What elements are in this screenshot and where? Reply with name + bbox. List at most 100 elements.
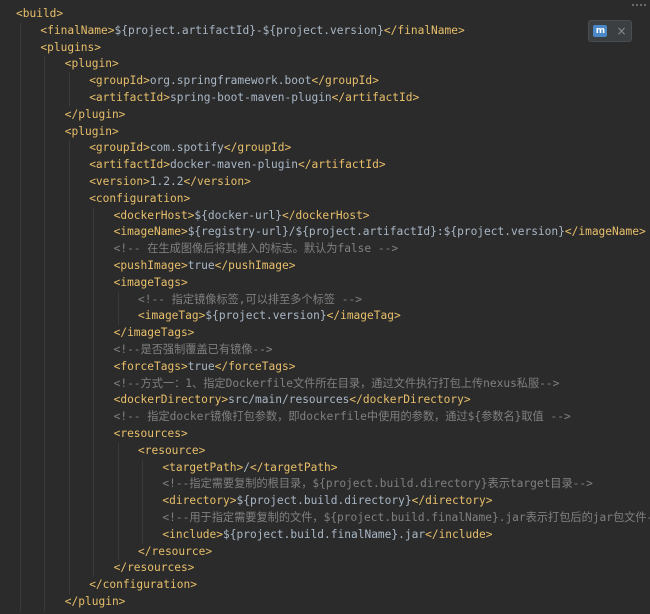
- xml-tag: </dockerHost>: [281, 208, 370, 222]
- xml-text: ${project.version}: [205, 309, 327, 323]
- xml-comment: <!-- 在生成图像后将其推入的标志。默认为false -->: [113, 242, 399, 256]
- code-line[interactable]: <dockerDirectory>src/main/resources</doc…: [114, 392, 471, 409]
- code-line[interactable]: <imageTags>: [114, 275, 188, 292]
- code-line[interactable]: <!-- 指定镜像标签,可以排至多个标签 -->: [138, 292, 362, 309]
- maven-reload-icon[interactable]: m: [593, 25, 608, 37]
- xml-tag: </imageTag>: [326, 309, 401, 323]
- code-line[interactable]: </resources>: [114, 560, 195, 577]
- xml-comment: <!-- 指定镜像标签,可以排至多个标签 -->: [138, 292, 362, 306]
- close-icon[interactable]: ×: [616, 25, 626, 37]
- code-line[interactable]: <groupId>com.spotify</groupId>: [89, 140, 291, 157]
- xml-tag: <artifactId>: [89, 91, 171, 104]
- code-line[interactable]: <targetPath>/</targetPath>: [162, 460, 337, 477]
- code-line[interactable]: <artifactId>spring-boot-maven-plugin</ar…: [89, 90, 419, 107]
- xml-text: spring-boot-maven-plugin: [170, 91, 332, 104]
- indent-guide: [20, 22, 21, 611]
- indent-guide: [117, 442, 119, 561]
- xml-tag: </resource>: [138, 544, 213, 558]
- code-line[interactable]: <!--用于指定需要复制的文件，${project.build.finalNam…: [162, 510, 650, 527]
- xml-tag: <directory>: [162, 494, 237, 508]
- code-editor[interactable]: <build> <finalName>${project.artifactId}-…: [0, 0, 650, 614]
- xml-tag: </groupId>: [223, 141, 292, 155]
- code-line[interactable]: <!--是否强制覆盖已有镜像-->: [114, 342, 273, 359]
- xml-tag: </directory>: [411, 494, 493, 508]
- code-line[interactable]: <imageName>${registry-url}/${project.art…: [114, 224, 646, 241]
- code-line[interactable]: <configuration>: [89, 191, 190, 208]
- xml-comment: <!--方式一：1、指定Dockerfile文件所在目录，通过文件执行打包上传n…: [113, 376, 560, 390]
- code-line[interactable]: <resources>: [114, 426, 188, 443]
- xml-text: /: [243, 460, 250, 474]
- xml-comment: <!-- 指定docker镜像打包参数，即dockerfile中使用的参数，通过…: [113, 410, 571, 424]
- code-line[interactable]: <directory>${project.build.directory}</d…: [162, 493, 492, 510]
- xml-tag: </plugin>: [64, 595, 126, 608]
- xml-text: ${project.build.directory}: [236, 494, 412, 508]
- xml-tag: </plugin>: [64, 107, 126, 121]
- code-line[interactable]: </plugin>: [65, 594, 126, 611]
- xml-tag: <resources>: [113, 427, 188, 440]
- xml-comment: <!--是否强制覆盖已有镜像-->: [113, 343, 273, 356]
- indent-guide: [93, 207, 95, 578]
- editor-scroll-marker: [632, 0, 646, 6]
- xml-tag: </include>: [425, 527, 493, 541]
- xml-tag: <groupId>: [89, 141, 150, 155]
- indent-guide: [68, 140, 70, 594]
- xml-tag: <include>: [162, 527, 224, 541]
- xml-text: src/main/resources: [228, 393, 350, 407]
- xml-tag: </artifactId>: [331, 91, 420, 104]
- code-line[interactable]: </plugin>: [65, 107, 126, 124]
- xml-tag: <groupId>: [89, 74, 150, 88]
- xml-tag: </targetPath>: [249, 460, 338, 474]
- code-line[interactable]: <!-- 在生成图像后将其推入的标志。默认为false -->: [114, 241, 399, 258]
- code-line[interactable]: <artifactId>docker-maven-plugin</artifac…: [89, 157, 385, 174]
- xml-text: true: [187, 359, 215, 373]
- xml-tag: <resource>: [138, 443, 206, 457]
- xml-tag: <plugin>: [64, 124, 119, 138]
- xml-tag: </pushImage>: [214, 259, 296, 272]
- xml-tag: </dockerDirectory>: [349, 393, 471, 407]
- code-line[interactable]: <finalName>${project.artifactId}-${proje…: [40, 23, 464, 40]
- code-line[interactable]: <pushImage>true</pushImage>: [114, 258, 296, 275]
- xml-text: org.springframework.boot: [149, 74, 312, 88]
- xml-text: true: [187, 259, 215, 272]
- code-line[interactable]: <plugin>: [65, 56, 119, 73]
- xml-text: com.spotify: [149, 141, 224, 155]
- code-line[interactable]: </configuration>: [89, 577, 197, 594]
- code-line[interactable]: <!-- 指定docker镜像打包参数，即dockerfile中使用的参数，通过…: [114, 409, 571, 426]
- xml-text: docker-maven-plugin: [170, 158, 298, 172]
- xml-tag: <imageTag>: [138, 309, 206, 323]
- code-line[interactable]: <!--方式一：1、指定Dockerfile文件所在目录，通过文件执行打包上传n…: [114, 376, 560, 393]
- xml-tag: <forceTags>: [113, 359, 188, 373]
- xml-text: ${project.build.finalName}.jar: [223, 527, 426, 541]
- code-line[interactable]: <version>1.2.2</version>: [89, 174, 251, 191]
- code-line[interactable]: <forceTags>true</forceTags>: [114, 359, 296, 376]
- xml-tag: </artifactId>: [298, 158, 386, 172]
- code-line[interactable]: </resource>: [138, 544, 212, 561]
- code-line[interactable]: <groupId>org.springframework.boot</group…: [89, 73, 379, 90]
- code-line[interactable]: <build>: [16, 6, 63, 23]
- indent-guide: [142, 459, 143, 544]
- code-line[interactable]: </imageTags>: [114, 325, 195, 342]
- xml-tag: </resources>: [113, 561, 195, 575]
- xml-tag: <artifactId>: [89, 158, 171, 172]
- code-line[interactable]: <dockerHost>${docker-url}</dockerHost>: [114, 208, 370, 225]
- xml-tag: <finalName>: [40, 23, 115, 37]
- xml-comment: <!--指定需要复制的根目录，${project.build.directory…: [162, 477, 593, 491]
- xml-tag: </groupId>: [311, 74, 379, 88]
- code-line[interactable]: <include>${project.build.finalName}.jar<…: [162, 527, 492, 544]
- xml-text: ${registry-url}/${project.artifactId}:${…: [187, 225, 565, 239]
- code-line[interactable]: <plugins>: [40, 40, 101, 57]
- code-line[interactable]: <resource>: [138, 443, 205, 460]
- xml-tag: </imageName>: [564, 225, 646, 239]
- code-line[interactable]: <!--指定需要复制的根目录，${project.build.directory…: [162, 476, 593, 493]
- xml-tag: <imageTags>: [113, 275, 188, 289]
- xml-text: ${docker-url}: [194, 208, 282, 222]
- xml-tag: <version>: [89, 175, 150, 188]
- xml-tag: <pushImage>: [113, 259, 188, 272]
- code-line[interactable]: <imageTag>${project.version}</imageTag>: [138, 308, 401, 325]
- xml-tag: </finalName>: [383, 23, 465, 37]
- code-line[interactable]: <plugin>: [65, 124, 119, 141]
- xml-tag: <configuration>: [89, 191, 191, 205]
- xml-tag: </configuration>: [89, 578, 197, 592]
- xml-tag: <build>: [16, 7, 64, 20]
- indent-guide: [117, 291, 119, 326]
